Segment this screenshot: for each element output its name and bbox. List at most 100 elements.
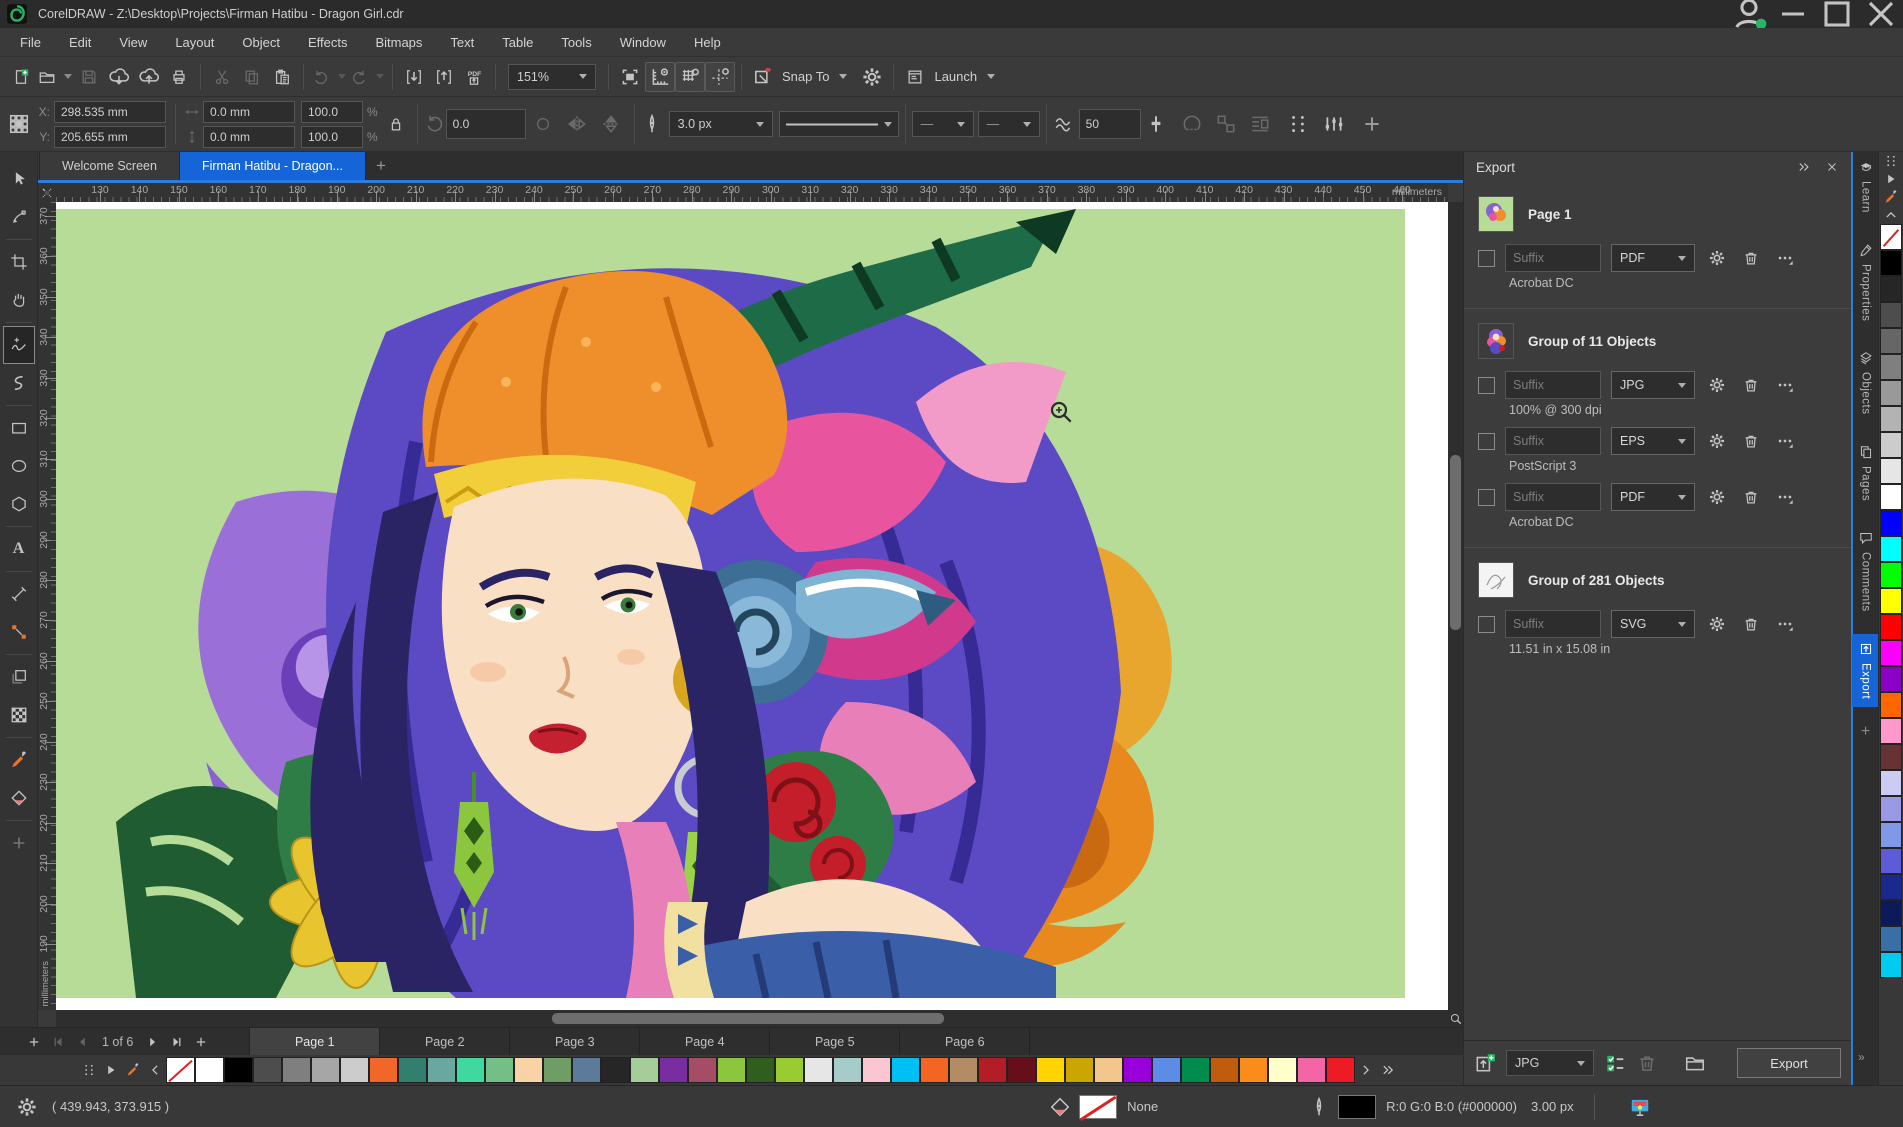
ruler-origin-button[interactable]	[38, 183, 56, 202]
color-swatch[interactable]	[1123, 1057, 1152, 1083]
snap-to-caret[interactable]	[839, 74, 847, 79]
color-swatch[interactable]	[1880, 510, 1902, 536]
dimension-tool[interactable]	[3, 575, 35, 613]
palette-eyedropper-button[interactable]	[122, 1057, 144, 1083]
row-more-button[interactable]	[1773, 612, 1797, 636]
export-row-checkbox[interactable]	[1478, 250, 1495, 267]
color-swatch[interactable]	[1880, 562, 1902, 588]
tab-document[interactable]: Firman Hatibu - Dragon...	[180, 152, 366, 180]
rpalette-drag-handle[interactable]	[1879, 152, 1903, 170]
docker-tab-learn[interactable]: Learn	[1852, 152, 1879, 221]
collapse-docker-icon[interactable]	[1797, 160, 1811, 174]
suffix-input[interactable]	[1505, 610, 1601, 638]
format-dropdown[interactable]: SVG	[1611, 610, 1695, 638]
rpalette-scroll-up[interactable]	[1879, 206, 1903, 224]
color-swatch[interactable]	[833, 1057, 862, 1083]
page-tab-6[interactable]: Page 6	[900, 1028, 1030, 1056]
color-swatch[interactable]	[862, 1057, 891, 1083]
row-delete-button[interactable]	[1739, 612, 1763, 636]
full-screen-preview-button[interactable]	[615, 62, 645, 92]
menu-tools[interactable]: Tools	[547, 28, 605, 57]
maximize-button[interactable]	[1815, 0, 1859, 28]
start-arrowhead-combo[interactable]: —	[912, 111, 974, 137]
add-page-button-right[interactable]	[189, 1029, 213, 1055]
color-swatch[interactable]	[1880, 328, 1902, 354]
new-document-button[interactable]	[6, 62, 36, 92]
menu-object[interactable]: Object	[228, 28, 294, 57]
color-swatch[interactable]	[1880, 302, 1902, 328]
row-delete-button[interactable]	[1739, 373, 1763, 397]
end-arrowhead-combo[interactable]: —	[978, 111, 1040, 137]
customize-plus-button[interactable]	[1361, 113, 1383, 135]
snap-grid-icon[interactable]	[1287, 113, 1309, 135]
close-button[interactable]	[1859, 0, 1903, 28]
menu-file[interactable]: File	[6, 28, 55, 57]
object-height-field[interactable]	[203, 126, 295, 148]
color-swatch[interactable]	[717, 1057, 746, 1083]
row-delete-button[interactable]	[1739, 429, 1763, 453]
export-row-checkbox[interactable]	[1478, 377, 1495, 394]
mirror-vertical-icon[interactable]	[600, 113, 622, 135]
color-swatch[interactable]	[1880, 900, 1902, 926]
docker-tab-export[interactable]: Export	[1852, 634, 1879, 707]
row-settings-button[interactable]	[1705, 373, 1729, 397]
new-tab-button[interactable]: +	[366, 152, 396, 180]
account-icon[interactable]	[1727, 0, 1771, 28]
page-tab-2[interactable]: Page 2	[380, 1028, 510, 1056]
docker-tab-properties[interactable]: Properties	[1852, 235, 1879, 329]
color-swatch[interactable]	[601, 1057, 630, 1083]
undo-button[interactable]	[310, 62, 348, 92]
vertical-scrollbar-thumb[interactable]	[1450, 455, 1461, 630]
redo-button[interactable]	[348, 62, 386, 92]
show-rulers-button[interactable]	[645, 62, 675, 92]
options-button[interactable]	[857, 62, 887, 92]
color-swatch[interactable]	[311, 1057, 340, 1083]
color-swatch[interactable]	[949, 1057, 978, 1083]
rpalette-options-button[interactable]	[1879, 170, 1903, 188]
vertical-scrollbar[interactable]	[1448, 202, 1463, 1010]
add-page-button-left[interactable]	[22, 1029, 46, 1055]
color-swatch[interactable]	[253, 1057, 282, 1083]
horizontal-scrollbar[interactable]	[56, 1010, 1448, 1027]
color-swatch[interactable]	[1880, 354, 1902, 380]
palette-drag-handle[interactable]	[78, 1057, 100, 1083]
color-swatch[interactable]	[1880, 250, 1902, 276]
suffix-input[interactable]	[1505, 244, 1601, 272]
color-swatch[interactable]	[1880, 588, 1902, 614]
pan-tool[interactable]	[3, 281, 35, 319]
menu-text[interactable]: Text	[436, 28, 488, 57]
color-swatch[interactable]	[1880, 744, 1902, 770]
menu-edit[interactable]: Edit	[55, 28, 105, 57]
smoothing-slider[interactable]	[1145, 113, 1167, 135]
zoom-corner-button[interactable]	[1448, 1010, 1463, 1027]
color-swatch[interactable]	[195, 1057, 224, 1083]
show-guidelines-button[interactable]	[705, 62, 735, 92]
page-tab-1[interactable]: Page 1	[250, 1028, 380, 1056]
row-more-button[interactable]	[1773, 373, 1797, 397]
color-swatch[interactable]	[1880, 796, 1902, 822]
color-swatch[interactable]	[485, 1057, 514, 1083]
horizontal-ruler[interactable]: 1301401501601701801902002102202302402502…	[56, 183, 1448, 202]
display-settings-icon[interactable]	[1629, 1096, 1651, 1118]
color-swatch[interactable]	[1880, 952, 1902, 978]
color-swatch[interactable]	[1880, 848, 1902, 874]
palette-scroll-left[interactable]	[144, 1057, 166, 1083]
row-more-button[interactable]	[1773, 246, 1797, 270]
color-swatch[interactable]	[775, 1057, 804, 1083]
color-swatch[interactable]	[369, 1057, 398, 1083]
row-more-button[interactable]	[1773, 429, 1797, 453]
destination-folder-icon[interactable]	[1684, 1052, 1706, 1074]
color-swatch[interactable]	[1152, 1057, 1181, 1083]
x-position-field[interactable]	[54, 101, 166, 123]
publish-pdf-button[interactable]: PDF	[459, 62, 489, 92]
row-settings-button[interactable]	[1705, 429, 1729, 453]
color-swatch[interactable]	[1210, 1057, 1239, 1083]
page-tab-3[interactable]: Page 3	[510, 1028, 640, 1056]
shape-tool[interactable]	[3, 198, 35, 236]
color-swatch[interactable]	[224, 1057, 253, 1083]
color-swatch[interactable]	[1880, 380, 1902, 406]
color-swatch[interactable]	[1181, 1057, 1210, 1083]
footer-trash-icon[interactable]	[1636, 1052, 1658, 1074]
page-tab-5[interactable]: Page 5	[770, 1028, 900, 1056]
palette-scroll-right[interactable]	[1355, 1057, 1377, 1083]
